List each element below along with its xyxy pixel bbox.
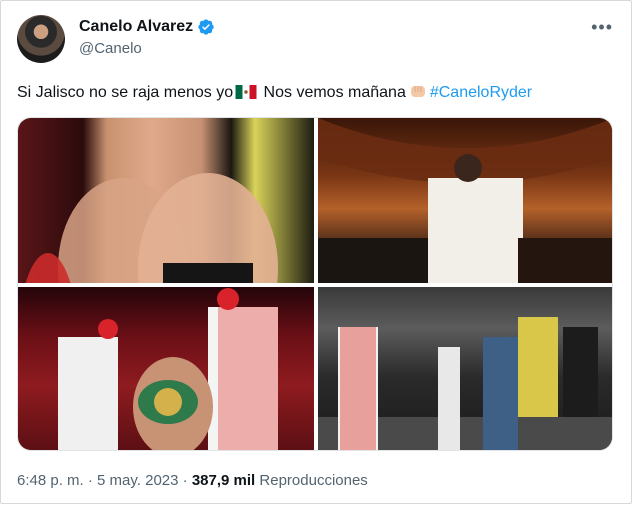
meta-separator: ·: [83, 472, 98, 489]
views-count: 387,9 mil: [191, 472, 256, 489]
tweet-text-part-1: Si Jalisco no se raja menos yo: [17, 84, 234, 101]
tweet-text: Si Jalisco no se raja menos yo Nos vemos…: [17, 83, 532, 103]
tweet-date[interactable]: 5 may. 2023: [97, 472, 178, 489]
photo-faceoff[interactable]: [18, 118, 314, 283]
author-handle[interactable]: @Canelo: [79, 40, 142, 57]
meta-separator-2: ·: [178, 472, 192, 489]
photo-belts[interactable]: [18, 287, 314, 450]
author-name-row[interactable]: Canelo Alvarez: [79, 18, 215, 36]
photo-theater-stage[interactable]: [318, 118, 612, 283]
views-label: Reproducciones: [259, 472, 368, 489]
media-grid: [17, 117, 613, 451]
verified-badge-icon: [198, 19, 214, 35]
author-name[interactable]: Canelo Alvarez: [79, 18, 193, 36]
photo-weigh-in[interactable]: [318, 287, 612, 450]
raised-fist-emoji: [410, 86, 425, 97]
hashtag-link[interactable]: #CaneloRyder: [430, 84, 532, 101]
avatar[interactable]: [17, 15, 65, 63]
tweet-text-part-2: Nos vemos mañana: [259, 84, 406, 101]
more-options-icon[interactable]: •••: [591, 17, 613, 38]
tweet-time[interactable]: 6:48 p. m.: [17, 472, 84, 489]
tweet-card: Canelo Alvarez @Canelo ••• Si Jalisco no…: [0, 0, 632, 504]
tweet-metadata: 6:48 p. m. · 5 may. 2023 · 387,9 mil Rep…: [17, 472, 368, 489]
mexico-flag-emoji: [235, 85, 257, 99]
